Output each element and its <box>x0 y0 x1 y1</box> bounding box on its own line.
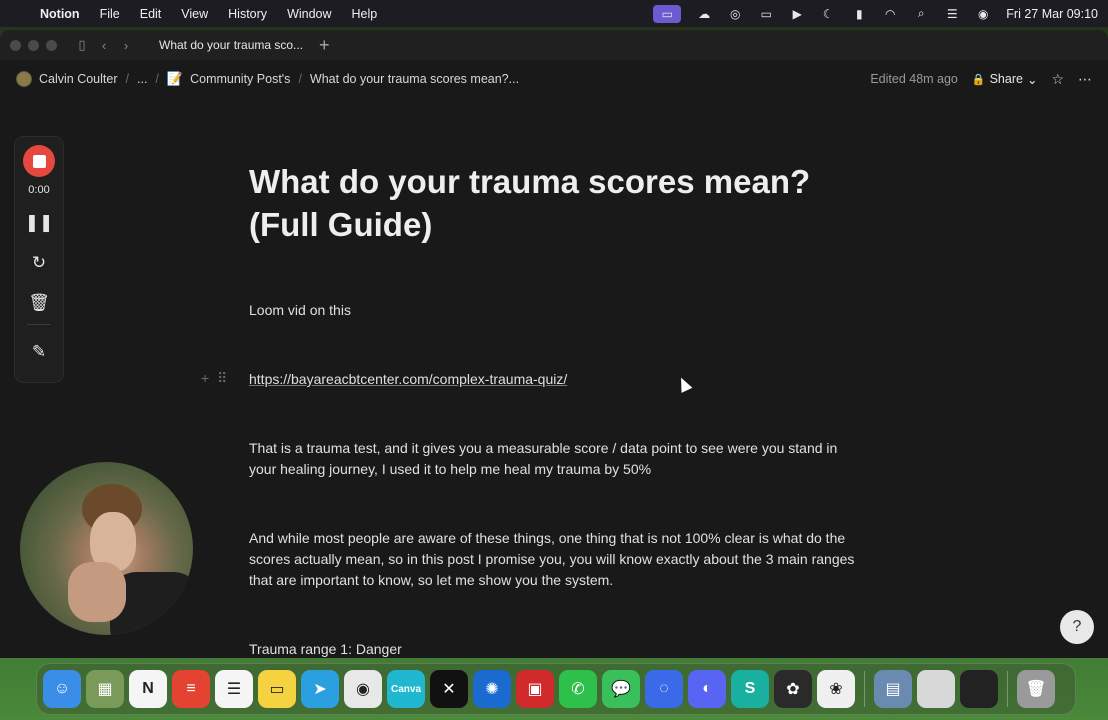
stop-icon <box>32 154 46 168</box>
play-icon[interactable]: ▶ <box>789 7 805 21</box>
dock-surfshark-icon[interactable]: S <box>731 670 769 708</box>
sidebar-toggle-icon[interactable]: ▯ <box>71 37 93 53</box>
draw-pencil-icon[interactable]: ✎ <box>32 339 46 365</box>
menu-clock[interactable]: Fri 27 Mar 09:10 <box>1006 7 1098 21</box>
text-block[interactable]: And while most people are aware of these… <box>249 528 859 591</box>
dock-notes-icon[interactable]: ▭ <box>258 670 296 708</box>
vpn-icon[interactable]: ◎ <box>727 7 743 21</box>
forward-icon[interactable]: › <box>115 38 137 53</box>
dock-preview-icon[interactable]: ▤ <box>874 670 912 708</box>
menu-view[interactable]: View <box>181 7 208 21</box>
menu-window[interactable]: Window <box>287 7 331 21</box>
title-bar: ▯ ‹ › What do your trauma sco... + <box>0 30 1108 60</box>
page-content: What do your trauma scores mean? (Full G… <box>249 160 869 657</box>
battery-icon[interactable]: ▮ <box>851 7 867 21</box>
share-button[interactable]: 🔒 Share ⌄ <box>972 72 1038 87</box>
dock-telegram-icon[interactable]: ➤ <box>301 670 339 708</box>
menu-history[interactable]: History <box>228 7 267 21</box>
dock-photo-booth-icon[interactable]: ▣ <box>516 670 554 708</box>
siri-icon[interactable]: ◉ <box>975 7 991 21</box>
share-label: Share <box>989 72 1023 86</box>
window-controls <box>10 39 57 51</box>
memo-icon: 📝 <box>166 71 184 86</box>
menu-file[interactable]: File <box>100 7 120 21</box>
search-icon[interactable]: ⌕ <box>913 6 929 21</box>
dock-whatsapp-icon[interactable]: ✆ <box>559 670 597 708</box>
breadcrumb-user[interactable]: Calvin Coulter <box>39 72 118 86</box>
dock-perplexity-icon[interactable]: ✺ <box>473 670 511 708</box>
menu-help[interactable]: Help <box>352 7 378 21</box>
breadcrumb: Calvin Coulter / ... / 📝 Community Post'… <box>0 60 1108 98</box>
favorite-star-icon[interactable]: ☆ <box>1051 71 1064 88</box>
page-title[interactable]: What do your trauma scores mean? (Full G… <box>249 160 869 246</box>
dock-recent-window-1-icon[interactable] <box>917 670 955 708</box>
dock-trash-icon[interactable]: 🗑 <box>1017 670 1055 708</box>
dock-discord-icon[interactable]: ◐ <box>688 670 726 708</box>
dock-signal-icon[interactable]: ◌ <box>645 670 683 708</box>
maximize-window-button[interactable] <box>46 39 57 51</box>
back-icon[interactable]: ‹ <box>93 38 115 53</box>
webcam-person <box>68 562 126 622</box>
text-block[interactable]: Loom vid on this <box>249 300 351 321</box>
breadcrumb-separator: / <box>155 72 159 86</box>
link-block[interactable]: https://bayareacbtcenter.com/complex-tra… <box>249 369 567 390</box>
loom-recorder-panel: 0:00 ❚❚ ↻ 🗑 ✎ <box>14 136 64 383</box>
breadcrumb-separator: / <box>298 72 302 86</box>
dock-photos-icon[interactable]: ❀ <box>817 670 855 708</box>
wifi-icon[interactable]: ◠ <box>882 7 898 21</box>
menu-bar: Notion File Edit View History Window Hel… <box>0 0 1108 27</box>
breadcrumb-parent[interactable]: Community Post's <box>190 72 290 86</box>
stop-recording-button[interactable] <box>23 145 55 177</box>
pause-icon[interactable]: ❚❚ <box>25 210 54 236</box>
trash-icon[interactable]: 🗑 <box>28 290 50 316</box>
more-options-icon[interactable]: ⋯ <box>1078 71 1092 88</box>
dock-separator <box>864 671 865 707</box>
breadcrumb-current[interactable]: What do your trauma scores mean?... <box>310 72 519 86</box>
new-tab-icon[interactable]: + <box>319 35 330 56</box>
cloud-icon[interactable]: ☁ <box>696 7 712 21</box>
menu-edit[interactable]: Edit <box>140 7 162 21</box>
dock-reminders-icon[interactable]: ☰ <box>215 670 253 708</box>
block-drag-handle-icon[interactable]: +⠿ <box>201 370 235 387</box>
dock-messages-icon[interactable]: 💬 <box>602 670 640 708</box>
moon-icon[interactable]: ☾ <box>820 7 836 21</box>
breadcrumb-ellipsis[interactable]: ... <box>137 72 147 86</box>
dock-separator <box>1007 671 1008 707</box>
webcam-bubble[interactable] <box>20 462 193 635</box>
divider <box>27 324 51 325</box>
screen-record-icon[interactable]: ▭ <box>653 4 682 23</box>
dock-canva-icon[interactable]: Canva <box>387 670 425 708</box>
edited-status[interactable]: Edited 48m ago <box>870 72 958 86</box>
chevron-down-icon: ⌄ <box>1026 72 1038 87</box>
workspace-avatar[interactable] <box>16 71 32 87</box>
dock-finder-icon[interactable]: ☺ <box>43 670 81 708</box>
text-block[interactable]: That is a trauma test, and it gives you … <box>249 438 859 480</box>
tab-current-page[interactable]: What do your trauma sco... <box>151 30 311 60</box>
menu-app-name[interactable]: Notion <box>40 7 80 21</box>
notion-ai-icon: ? <box>1072 618 1082 635</box>
control-center-icon[interactable]: ☰ <box>944 7 960 21</box>
dock-capcut-icon[interactable]: ✕ <box>430 670 468 708</box>
close-window-button[interactable] <box>10 39 21 51</box>
dock-launchpad-icon[interactable]: ▦ <box>86 670 124 708</box>
tab-title: What do your trauma sco... <box>159 38 304 52</box>
dock-chrome-icon[interactable]: ◉ <box>344 670 382 708</box>
dock-chatgpt-icon[interactable]: ✿ <box>774 670 812 708</box>
restart-icon[interactable]: ↻ <box>32 250 46 276</box>
display-icon[interactable]: ▭ <box>758 7 774 21</box>
lock-icon: 🔒 <box>971 73 986 86</box>
help-button[interactable]: ? <box>1060 610 1094 644</box>
breadcrumb-separator: / <box>125 72 129 86</box>
dock-notion-icon[interactable]: N <box>129 670 167 708</box>
dock: ☺ ▦ N ≡ ☰ ▭ ➤ ◉ Canva ✕ ✺ ▣ ✆ 💬 ◌ ◐ S ✿ ❀ ▤ 🗑 <box>36 663 1076 715</box>
text-block[interactable]: Trauma range 1: Danger <box>249 639 402 660</box>
dock-recent-window-2-icon[interactable] <box>960 670 998 708</box>
recording-timer: 0:00 <box>28 184 50 196</box>
minimize-window-button[interactable] <box>28 39 39 51</box>
dock-todoist-icon[interactable]: ≡ <box>172 670 210 708</box>
